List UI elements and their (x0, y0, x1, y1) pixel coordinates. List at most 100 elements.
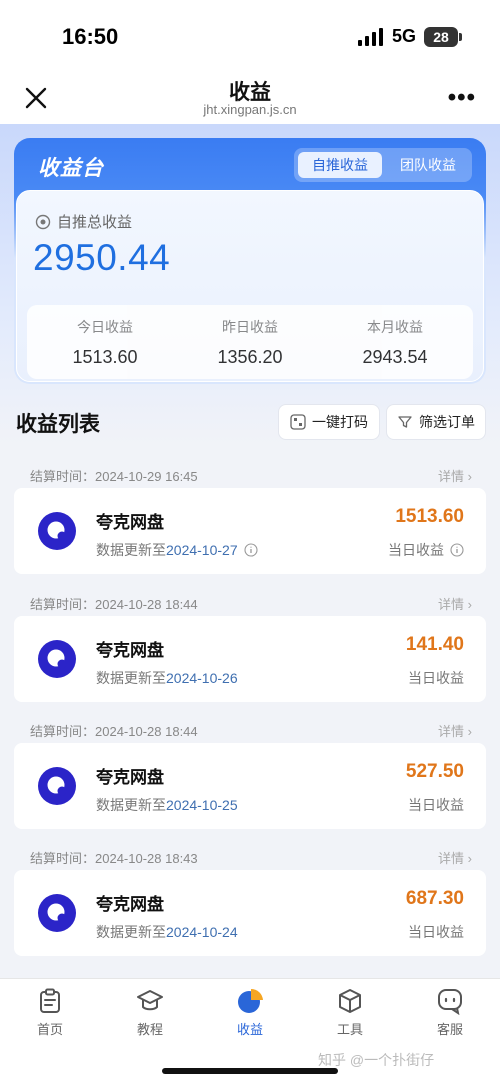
watermark: 知乎 @一个扑街仔 (318, 1052, 435, 1068)
update-date: 2024-10-27 (166, 542, 238, 558)
update-prefix: 数据更新至 (96, 542, 166, 558)
stat-value: 1513.60 (72, 347, 138, 367)
tab-label: 工具 (336, 1022, 363, 1037)
detail-link[interactable]: 详情 › (438, 594, 472, 613)
amount-label: 当日收益 (388, 540, 464, 560)
tab-team-earnings[interactable]: 团队收益 (388, 152, 468, 178)
update-date: 2024-10-24 (166, 924, 238, 940)
earnings-tabs: 自推收益 团队收益 (294, 148, 472, 182)
card-body: 夸克网盘 数据更新至2024-10-24 687.30 当日收益 (14, 870, 486, 956)
status-bar: 16:50 5G 28 (0, 0, 500, 72)
quark-logo-icon (38, 894, 76, 932)
tab-label: 首页 (36, 1022, 63, 1037)
graduation-cap-icon (137, 990, 163, 1011)
total-earnings-label-text: 自推总收益 (57, 214, 133, 231)
earning-record-card[interactable]: 结算时间：2024-10-28 18:44 详情 › 夸克网盘 数据更新至202… (14, 715, 486, 829)
more-menu-icon[interactable]: ••• (448, 84, 476, 112)
amount-label: 当日收益 (408, 795, 464, 815)
quark-logo-icon (38, 767, 76, 805)
list-title: 收益列表 (16, 413, 100, 436)
settle-time: 结算时间：2024-10-28 18:43 (30, 851, 198, 866)
earning-amount: 141.40 (405, 634, 464, 655)
amount-label-text: 当日收益 (408, 924, 464, 940)
mosaic-icon (290, 414, 306, 430)
stat-value: 1356.20 (217, 347, 283, 367)
earning-amount: 1513.60 (395, 506, 464, 527)
total-earnings-label: 自推总收益 (35, 211, 132, 232)
tab-tools[interactable]: 工具 (300, 987, 400, 1038)
card-body: 夸克网盘 数据更新至2024-10-26 141.40 当日收益 (14, 616, 486, 702)
earnings-dashboard: 收益台 自推收益 团队收益 自推总收益 2950.44 今日收益 1513.60… (14, 138, 486, 384)
card-header: 结算时间：2024-10-28 18:43 详情 › (14, 842, 486, 870)
stat-yesterday: 昨日收益 1356.20 (176, 317, 324, 368)
amount-label: 当日收益 (408, 922, 464, 942)
signal-icon (358, 28, 383, 46)
detail-link[interactable]: 详情 › (438, 466, 472, 485)
update-info: 数据更新至2024-10-27 (96, 540, 258, 560)
amount-label-text: 当日收益 (408, 797, 464, 813)
update-prefix: 数据更新至 (96, 797, 166, 813)
coin-icon (35, 214, 51, 229)
tab-tutorial[interactable]: 教程 (100, 987, 200, 1038)
page-url: jht.xingpan.js.cn (203, 102, 297, 117)
earning-amount: 687.30 (405, 888, 464, 909)
update-prefix: 数据更新至 (96, 924, 166, 940)
app-name: 夸克网盘 (96, 641, 164, 660)
update-date: 2024-10-26 (166, 670, 238, 686)
filter-icon (398, 416, 412, 428)
box-icon (339, 989, 361, 1013)
info-icon[interactable] (450, 543, 464, 557)
card-body: 夸克网盘 数据更新至2024-10-25 527.50 当日收益 (14, 743, 486, 829)
earning-record-card[interactable]: 结算时间：2024-10-28 18:44 详情 › 夸克网盘 数据更新至202… (14, 588, 486, 702)
tab-label: 收益 (236, 1022, 263, 1037)
update-prefix: 数据更新至 (96, 670, 166, 686)
amount-label-text: 当日收益 (388, 542, 444, 558)
battery-icon: 28 (424, 27, 462, 47)
earning-record-card[interactable]: 结算时间：2024-10-28 18:43 详情 › 夸克网盘 数据更新至202… (14, 842, 486, 956)
dashboard-title: 收益台 (38, 157, 104, 180)
stat-value: 2943.54 (362, 347, 428, 367)
tab-earnings[interactable]: 收益 (200, 987, 300, 1038)
app-name: 夸克网盘 (96, 895, 164, 914)
total-earnings-value: 2950.44 (33, 237, 171, 278)
tab-support[interactable]: 客服 (400, 987, 500, 1038)
filter-orders-button[interactable]: 筛选订单 (386, 404, 486, 440)
stat-label: 昨日收益 (222, 319, 278, 335)
info-icon[interactable] (244, 543, 258, 557)
card-body: 夸克网盘 数据更新至2024-10-27 1513.60 当日收益 (14, 488, 486, 574)
app-name: 夸克网盘 (96, 768, 164, 787)
detail-link[interactable]: 详情 › (438, 848, 472, 867)
settle-time: 结算时间：2024-10-29 16:45 (30, 469, 198, 484)
tab-label: 客服 (436, 1022, 463, 1037)
earning-record-card[interactable]: 结算时间：2024-10-29 16:45 详情 › 夸克网盘 数据更新至202… (14, 460, 486, 574)
detail-link[interactable]: 详情 › (438, 721, 472, 740)
card-header: 结算时间：2024-10-29 16:45 详情 › (14, 460, 486, 488)
card-header: 结算时间：2024-10-28 18:44 详情 › (14, 588, 486, 616)
one-click-mask-button[interactable]: 一键打码 (278, 404, 380, 440)
update-info: 数据更新至2024-10-25 (96, 795, 238, 815)
settle-time: 结算时间：2024-10-28 18:44 (30, 597, 198, 612)
one-click-mask-label: 一键打码 (312, 414, 368, 430)
filter-orders-label: 筛选订单 (419, 414, 475, 430)
settle-time: 结算时间：2024-10-28 18:44 (30, 724, 198, 739)
home-indicator (162, 1068, 338, 1074)
tab-self-earnings[interactable]: 自推收益 (298, 152, 382, 178)
quark-logo-icon (38, 640, 76, 678)
tab-label: 教程 (136, 1022, 163, 1037)
stat-today: 今日收益 1513.60 (31, 317, 179, 368)
app-name: 夸克网盘 (96, 513, 164, 532)
clipboard-icon (40, 988, 60, 1013)
earning-amount: 527.50 (405, 761, 464, 782)
update-date: 2024-10-25 (166, 797, 238, 813)
update-info: 数据更新至2024-10-24 (96, 922, 238, 942)
stat-month: 本月收益 2943.54 (321, 317, 469, 368)
network-type: 5G (392, 26, 417, 46)
tab-home[interactable]: 首页 (0, 987, 100, 1038)
amount-label-text: 当日收益 (408, 670, 464, 686)
card-header: 结算时间：2024-10-28 18:44 详情 › (14, 715, 486, 743)
update-info: 数据更新至2024-10-26 (96, 668, 238, 688)
amount-label: 当日收益 (408, 668, 464, 688)
nav-bar: 收益 jht.xingpan.js.cn ••• (0, 72, 500, 124)
chat-bubble-icon (438, 989, 462, 1015)
pie-chart-icon (238, 988, 263, 1013)
